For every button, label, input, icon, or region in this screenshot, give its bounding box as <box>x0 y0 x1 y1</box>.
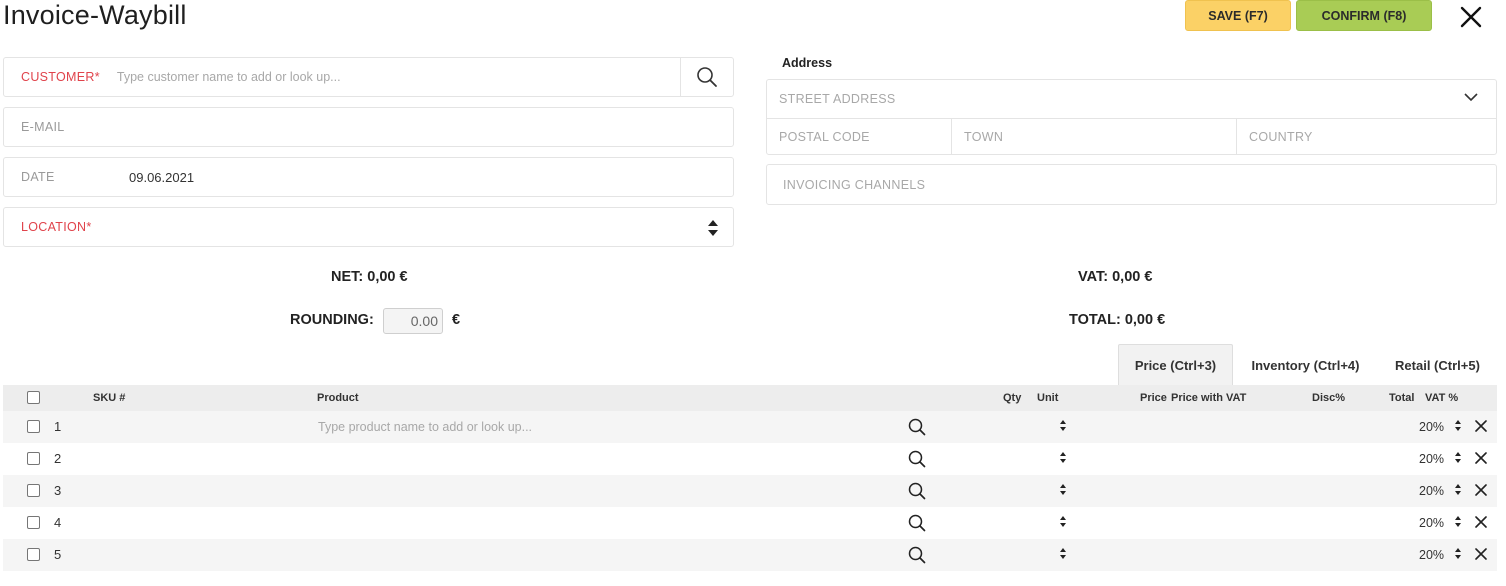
town-input[interactable]: TOWN <box>952 119 1237 154</box>
customer-field[interactable]: CUSTOMER* Type customer name to add or l… <box>3 57 734 97</box>
postal-code-input[interactable]: POSTAL CODE <box>767 119 952 154</box>
vat-sort-arrows-icon[interactable] <box>1454 515 1462 528</box>
table-row: 5 20% <box>3 539 1497 571</box>
invoicing-channels-field[interactable]: INVOICING CHANNELS <box>766 164 1497 205</box>
tab-retail[interactable]: Retail (Ctrl+5) <box>1378 344 1497 386</box>
col-price-vat: Price with VAT <box>1171 392 1247 404</box>
unit-sort-arrows-icon[interactable] <box>1059 451 1067 464</box>
table-row: 1 Type product name to add or look up...… <box>3 411 1497 443</box>
search-icon[interactable] <box>908 546 926 564</box>
grand-total: TOTAL: 0,00 € <box>1069 312 1166 328</box>
email-label: E-MAIL <box>21 120 65 134</box>
vat-total: VAT: 0,00 € <box>1078 269 1153 285</box>
date-field[interactable]: DATE 09.06.2021 <box>3 157 734 197</box>
delete-row-icon[interactable] <box>1475 420 1487 432</box>
customer-search-button[interactable] <box>680 58 733 96</box>
page-title: Invoice-Waybill <box>3 0 187 30</box>
col-qty: Qty <box>1003 392 1022 404</box>
col-total: Total <box>1389 392 1415 404</box>
delete-row-icon[interactable] <box>1475 484 1487 496</box>
vat-sort-arrows-icon[interactable] <box>1454 419 1462 432</box>
search-icon <box>697 67 717 87</box>
col-price: Price <box>1140 392 1167 404</box>
row-checkbox[interactable] <box>27 420 40 433</box>
rounding-label: ROUNDING: <box>290 312 374 328</box>
confirm-button[interactable]: CONFIRM (F8) <box>1296 0 1432 31</box>
product-input[interactable]: Type product name to add or look up... <box>318 420 532 434</box>
table-row: 3 20% <box>3 475 1497 507</box>
country-input[interactable]: COUNTRY <box>1237 119 1496 154</box>
col-product: Product <box>317 392 359 404</box>
unit-sort-arrows-icon[interactable] <box>1059 419 1067 432</box>
row-checkbox[interactable] <box>27 548 40 561</box>
tab-inventory[interactable]: Inventory (Ctrl+4) <box>1233 344 1378 386</box>
col-vat: VAT % <box>1425 392 1459 404</box>
unit-sort-arrows-icon[interactable] <box>1059 547 1067 560</box>
row-checkbox[interactable] <box>27 452 40 465</box>
sort-arrows-icon <box>708 220 718 236</box>
customer-label: CUSTOMER* <box>21 70 100 84</box>
row-number: 3 <box>54 483 62 498</box>
vat-sort-arrows-icon[interactable] <box>1454 451 1462 464</box>
rounding-currency: € <box>452 312 461 328</box>
location-select[interactable]: LOCATION* <box>3 207 734 247</box>
products-table: SKU # Product Qty Unit Price Price with … <box>3 385 1497 571</box>
row-vat-value[interactable]: 20% <box>1419 484 1444 498</box>
street-address-input[interactable]: STREET ADDRESS <box>767 92 896 106</box>
table-body: 1 Type product name to add or look up...… <box>3 411 1497 571</box>
row-number: 4 <box>54 515 62 530</box>
search-icon[interactable] <box>908 514 926 532</box>
date-label: DATE <box>21 170 55 184</box>
net-total: NET: 0,00 € <box>331 269 408 285</box>
row-vat-value[interactable]: 20% <box>1419 452 1444 466</box>
row-vat-value[interactable]: 20% <box>1419 516 1444 530</box>
customer-input[interactable]: Type customer name to add or look up... <box>117 70 341 84</box>
date-value[interactable]: 09.06.2021 <box>129 170 194 185</box>
row-checkbox[interactable] <box>27 484 40 497</box>
row-checkbox[interactable] <box>27 516 40 529</box>
close-icon[interactable] <box>1457 3 1485 31</box>
table-row: 2 20% <box>3 443 1497 475</box>
chevron-down-icon <box>1464 93 1478 102</box>
unit-sort-arrows-icon[interactable] <box>1059 483 1067 496</box>
delete-row-icon[interactable] <box>1475 516 1487 528</box>
row-vat-value[interactable]: 20% <box>1419 420 1444 434</box>
row-number: 5 <box>54 547 62 562</box>
col-unit: Unit <box>1037 392 1059 404</box>
col-sku: SKU # <box>93 392 126 404</box>
delete-row-icon[interactable] <box>1475 452 1487 464</box>
row-vat-value[interactable]: 20% <box>1419 548 1444 562</box>
rounding-input[interactable]: 0.00 <box>383 308 443 334</box>
tab-price[interactable]: Price (Ctrl+3) <box>1118 344 1233 386</box>
unit-sort-arrows-icon[interactable] <box>1059 515 1067 528</box>
email-field[interactable]: E-MAIL <box>3 107 734 147</box>
search-icon[interactable] <box>908 418 926 436</box>
price-tabs: Price (Ctrl+3) Inventory (Ctrl+4) Retail… <box>1118 344 1497 386</box>
row-number: 1 <box>54 419 62 434</box>
address-box: STREET ADDRESS POSTAL CODE TOWN COUNTRY <box>766 79 1497 155</box>
table-header: SKU # Product Qty Unit Price Price with … <box>3 385 1497 411</box>
row-number: 2 <box>54 451 62 466</box>
search-icon[interactable] <box>908 450 926 468</box>
col-disc: Disc% <box>1312 392 1346 404</box>
search-icon[interactable] <box>908 482 926 500</box>
address-heading: Address <box>782 56 833 70</box>
street-address-field[interactable]: STREET ADDRESS <box>767 80 1496 119</box>
save-button[interactable]: SAVE (F7) <box>1185 0 1291 31</box>
vat-sort-arrows-icon[interactable] <box>1454 483 1462 496</box>
delete-row-icon[interactable] <box>1475 548 1487 560</box>
location-label: LOCATION* <box>21 220 92 234</box>
vat-sort-arrows-icon[interactable] <box>1454 547 1462 560</box>
select-all-checkbox[interactable] <box>27 391 40 404</box>
table-row: 4 20% <box>3 507 1497 539</box>
